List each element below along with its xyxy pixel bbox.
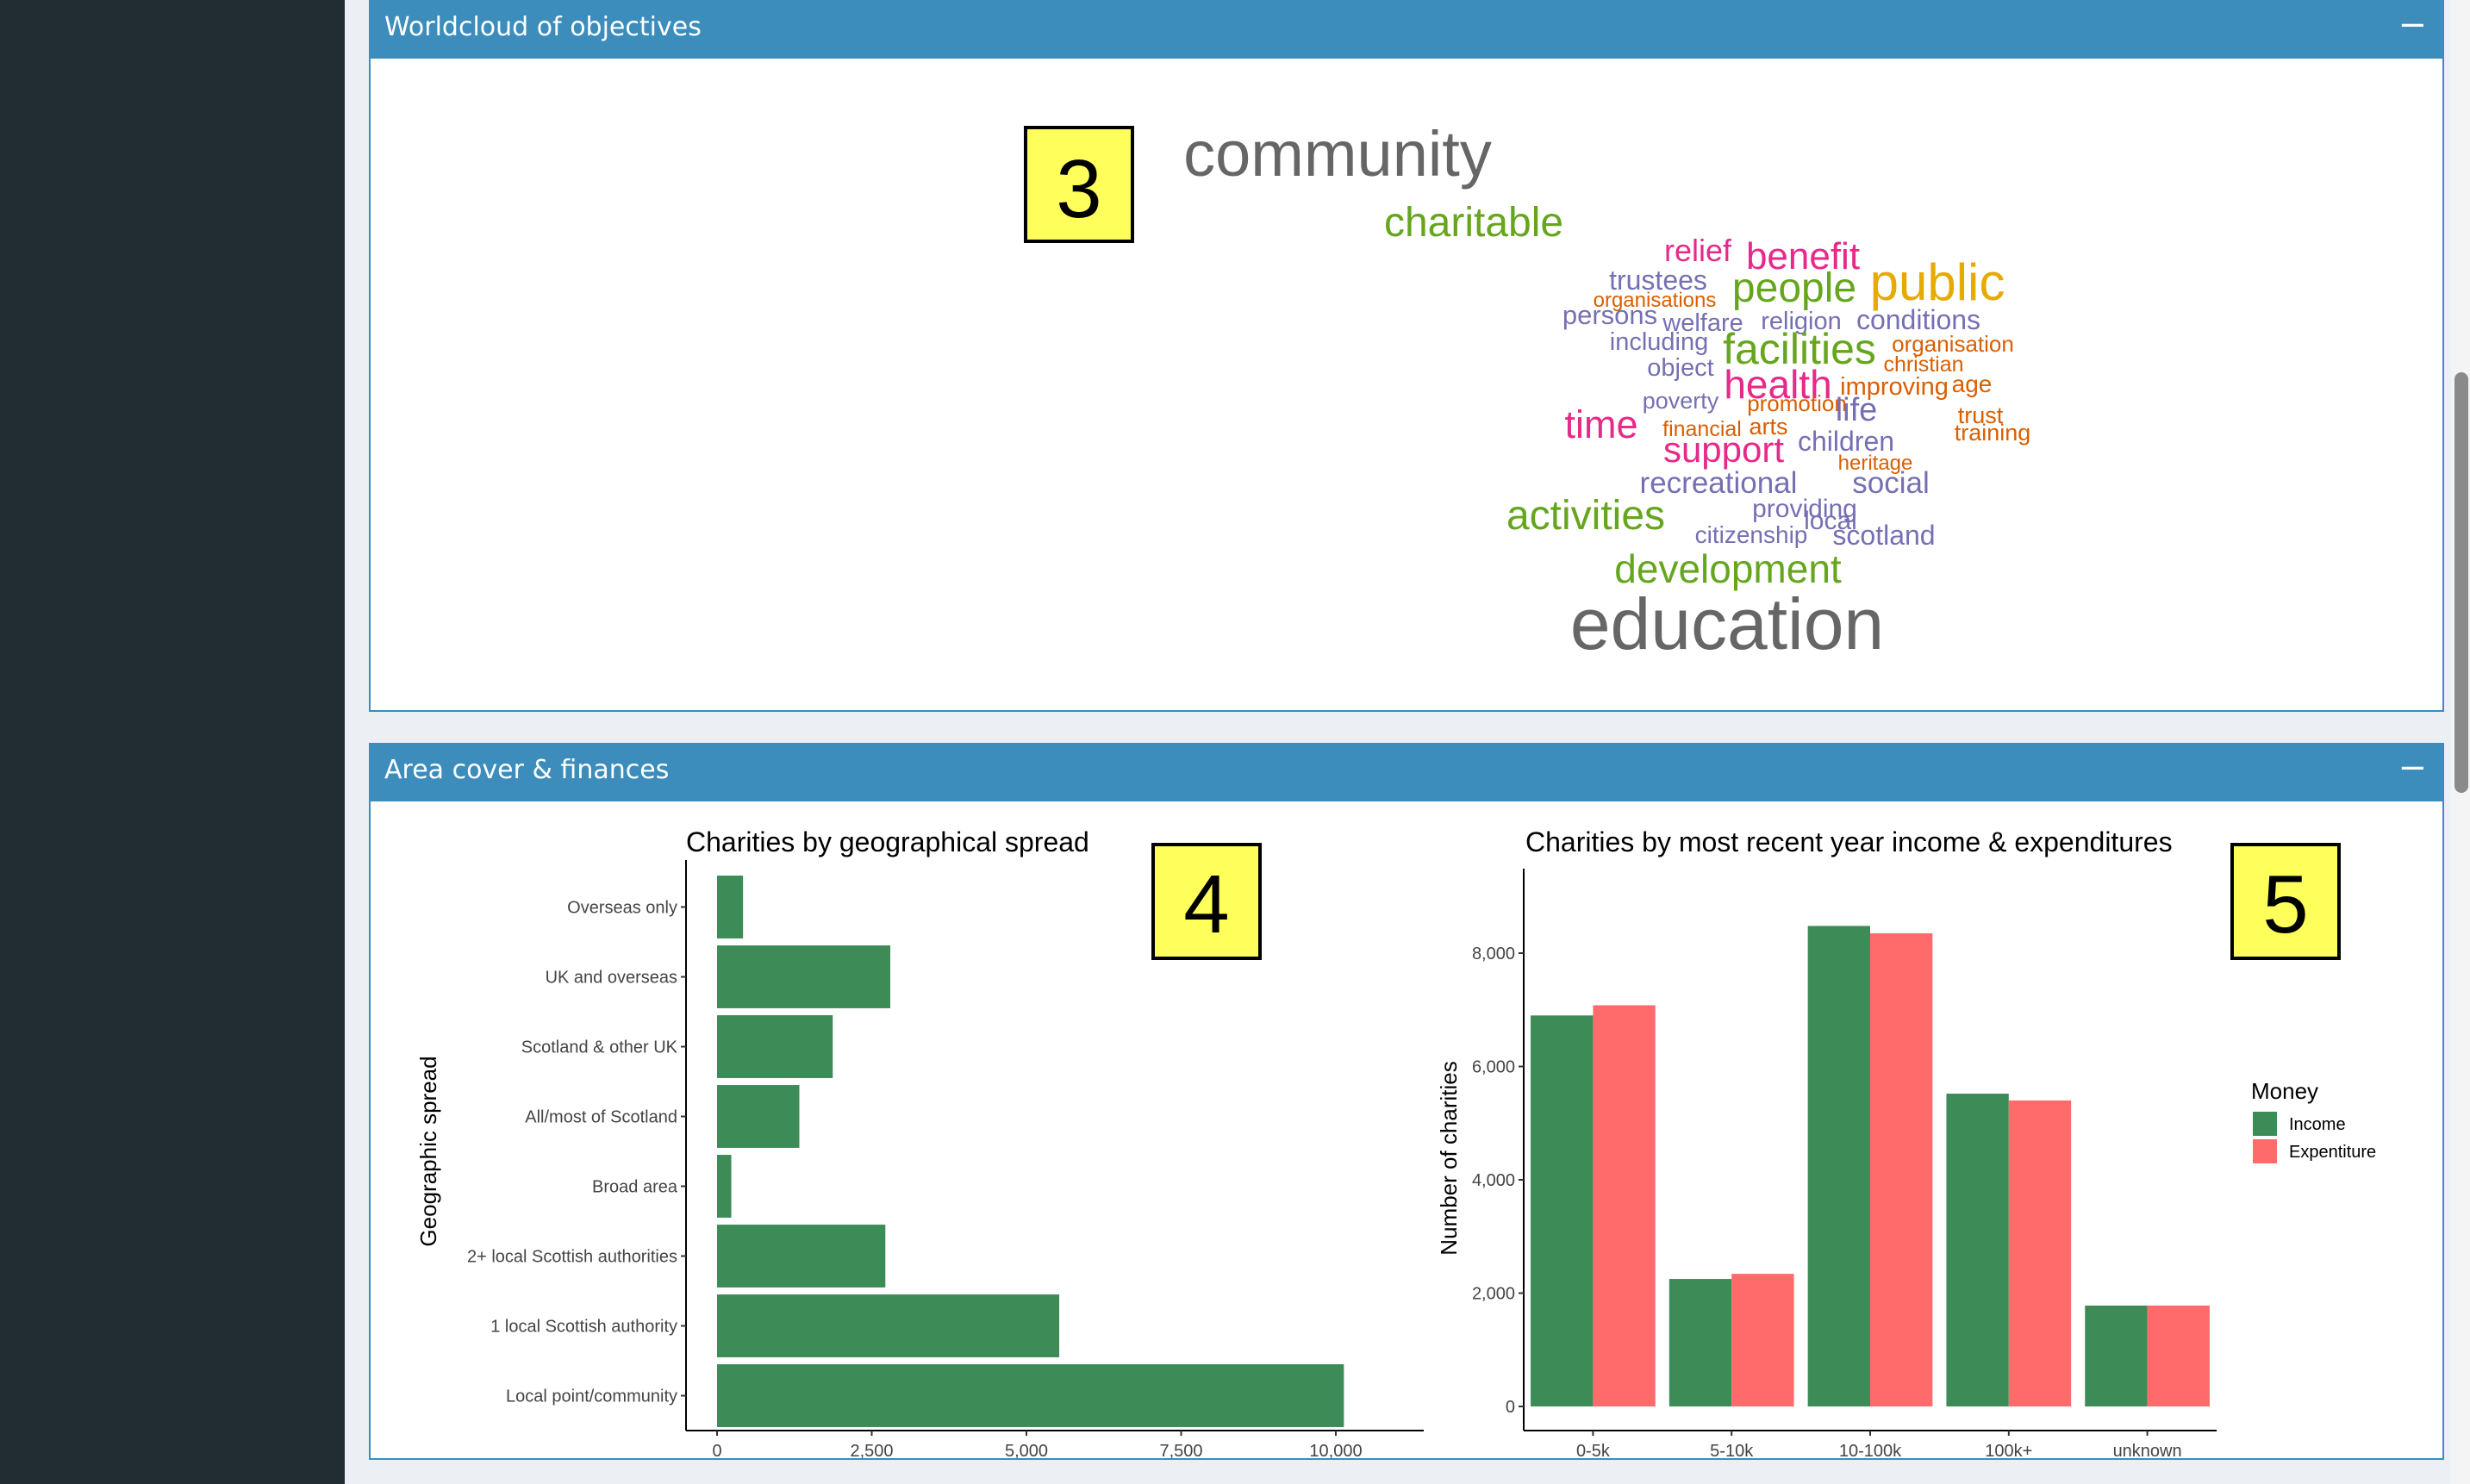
chart2-y-axis-title: Number of charities (1436, 1061, 1462, 1255)
chart1-y-tick-label: 2+ local Scottish authorities (467, 1248, 677, 1267)
word-persons: persons (1562, 300, 1657, 330)
word-time: time (1564, 402, 1637, 446)
word-relief: relief (1664, 233, 1732, 268)
chart2-bar-expentiture (1731, 1274, 1794, 1406)
sidebar (0, 0, 345, 1484)
chart2-x-tick-label: 10-100k (1839, 1442, 1902, 1458)
chart2-y-tick-label: 2,000 (1472, 1285, 1515, 1304)
word-training: training (1955, 420, 2031, 446)
chart1-x-tick-label: 0 (712, 1442, 721, 1458)
chart1-y-tick-label: Overseas only (567, 899, 677, 918)
marker-3-label: 3 (1056, 143, 1101, 235)
chart2-x-tick-label: 0-5k (1576, 1442, 1611, 1458)
chart2-legend-swatch (2253, 1139, 2277, 1163)
chart2-bar-expentiture (2008, 1100, 2072, 1406)
chart1-bar (717, 1225, 886, 1288)
wordcloud-box-header: Worldcloud of objectives − (371, 2, 2442, 59)
marker-5: 5 (2230, 843, 2341, 960)
collapse-button[interactable]: − (2398, 746, 2427, 789)
chart2-bar-income (1531, 1015, 1594, 1406)
scrollbar[interactable] (2451, 0, 2470, 1484)
chart1-bar (717, 1294, 1060, 1357)
chart1-y-tick-label: 1 local Scottish authority (490, 1318, 677, 1337)
marker-3: 3 (1024, 126, 1134, 243)
chart2-x-tick-label: unknown (2113, 1442, 2182, 1458)
chart2-bar-income (1807, 926, 1870, 1406)
chart2-legend-label: Expentiture (2289, 1143, 2376, 1162)
geographic-spread-chart: Charities by geographical spread Overseas… (415, 826, 1424, 1458)
chart2-x-tick-label: 100k+ (1985, 1442, 2032, 1458)
chart1-bar (717, 876, 744, 938)
chart1-y-axis-title: Geographic spread (415, 1056, 441, 1246)
word-promotion: promotion (1747, 390, 1847, 416)
chart1-y-tick-label: Local point/community (506, 1387, 677, 1406)
scrollbar-thumb[interactable] (2454, 372, 2468, 793)
chart1-bar (717, 1155, 732, 1218)
chart2-title: Charities by most recent year income & e… (1525, 826, 2173, 857)
chart1-x-tick-label: 2,500 (850, 1442, 893, 1458)
chart1-title: Charities by geographical spread (686, 826, 1089, 857)
word-education: education (1570, 583, 1884, 664)
collapse-button[interactable]: − (2398, 3, 2427, 47)
chart2-legend-title: Money (2251, 1078, 2318, 1104)
chart2-y-tick-label: 4,000 (1472, 1171, 1515, 1190)
chart2-bar-income (1946, 1094, 2009, 1406)
chart1-x-tick-label: 5,000 (1005, 1442, 1048, 1458)
chart1-x-tick-label: 10,000 (1309, 1442, 1362, 1458)
chart2-x-tick-label: 5-10k (1710, 1442, 1754, 1458)
chart2-legend-swatch (2253, 1112, 2277, 1136)
finances-box: Area cover & finances − Charities by geo… (369, 743, 2444, 1460)
chart1-bar (717, 1015, 833, 1078)
finances-box-header: Area cover & finances − (371, 745, 2442, 801)
wordcloud-box: Worldcloud of objectives − 3 community ch… (369, 0, 2444, 712)
word-poverty: poverty (1643, 388, 1719, 414)
chart2-bar-income (2085, 1305, 2148, 1406)
chart1-bar (717, 1364, 1344, 1427)
word-community: community (1183, 118, 1492, 190)
marker-4: 4 (1151, 843, 1262, 960)
chart1-bar (717, 945, 891, 1008)
word-including: including (1610, 328, 1708, 356)
word-object: object (1647, 354, 1713, 382)
word-life: life (1836, 392, 1878, 428)
wordcloud: 3 communitycharitablerelief benefittruste… (1024, 118, 2031, 664)
word-people: people (1732, 265, 1856, 311)
chart2-y-tick-label: 6,000 (1472, 1058, 1515, 1077)
chart1-bar (717, 1085, 800, 1148)
word-scotland: scotland (1832, 520, 1935, 551)
chart1-y-tick-label: UK and overseas (546, 969, 677, 988)
word-age: age (1952, 371, 1993, 397)
finances-box-title: Area cover & finances (384, 755, 670, 785)
word-public: public (1870, 253, 2005, 311)
wordcloud-box-title: Worldcloud of objectives (384, 12, 702, 42)
chart2-bar-expentiture (2147, 1305, 2210, 1406)
chart1-y-tick-label: All/most of Scotland (525, 1108, 677, 1127)
chart2-y-tick-label: 0 (1506, 1398, 1515, 1417)
chart2-legend-label: Income (2289, 1115, 2346, 1134)
word-citizenship: citizenship (1695, 521, 1808, 548)
word-support: support (1663, 429, 1784, 470)
marker-4-label: 4 (1183, 858, 1229, 951)
charts-area: Charities by geographical spread Overseas… (415, 826, 2376, 1458)
chart1-y-tick-label: Scotland & other UK (521, 1038, 678, 1057)
word-social: social (1852, 466, 1929, 500)
chart2-bar-income (1668, 1279, 1732, 1406)
chart2-y-tick-label: 8,000 (1472, 945, 1515, 963)
chart2-bar-expentiture (1593, 1005, 1656, 1406)
chart2-bar-expentiture (1870, 932, 1933, 1406)
chart1-y-tick-label: Broad area (592, 1178, 678, 1197)
word-activities: activities (1506, 493, 1665, 539)
word-charitable: charitable (1384, 200, 1563, 246)
marker-5-label: 5 (2262, 858, 2308, 951)
chart2-legend: Money Income Expentiture (2251, 1078, 2376, 1163)
chart1-x-tick-label: 7,500 (1159, 1442, 1202, 1458)
